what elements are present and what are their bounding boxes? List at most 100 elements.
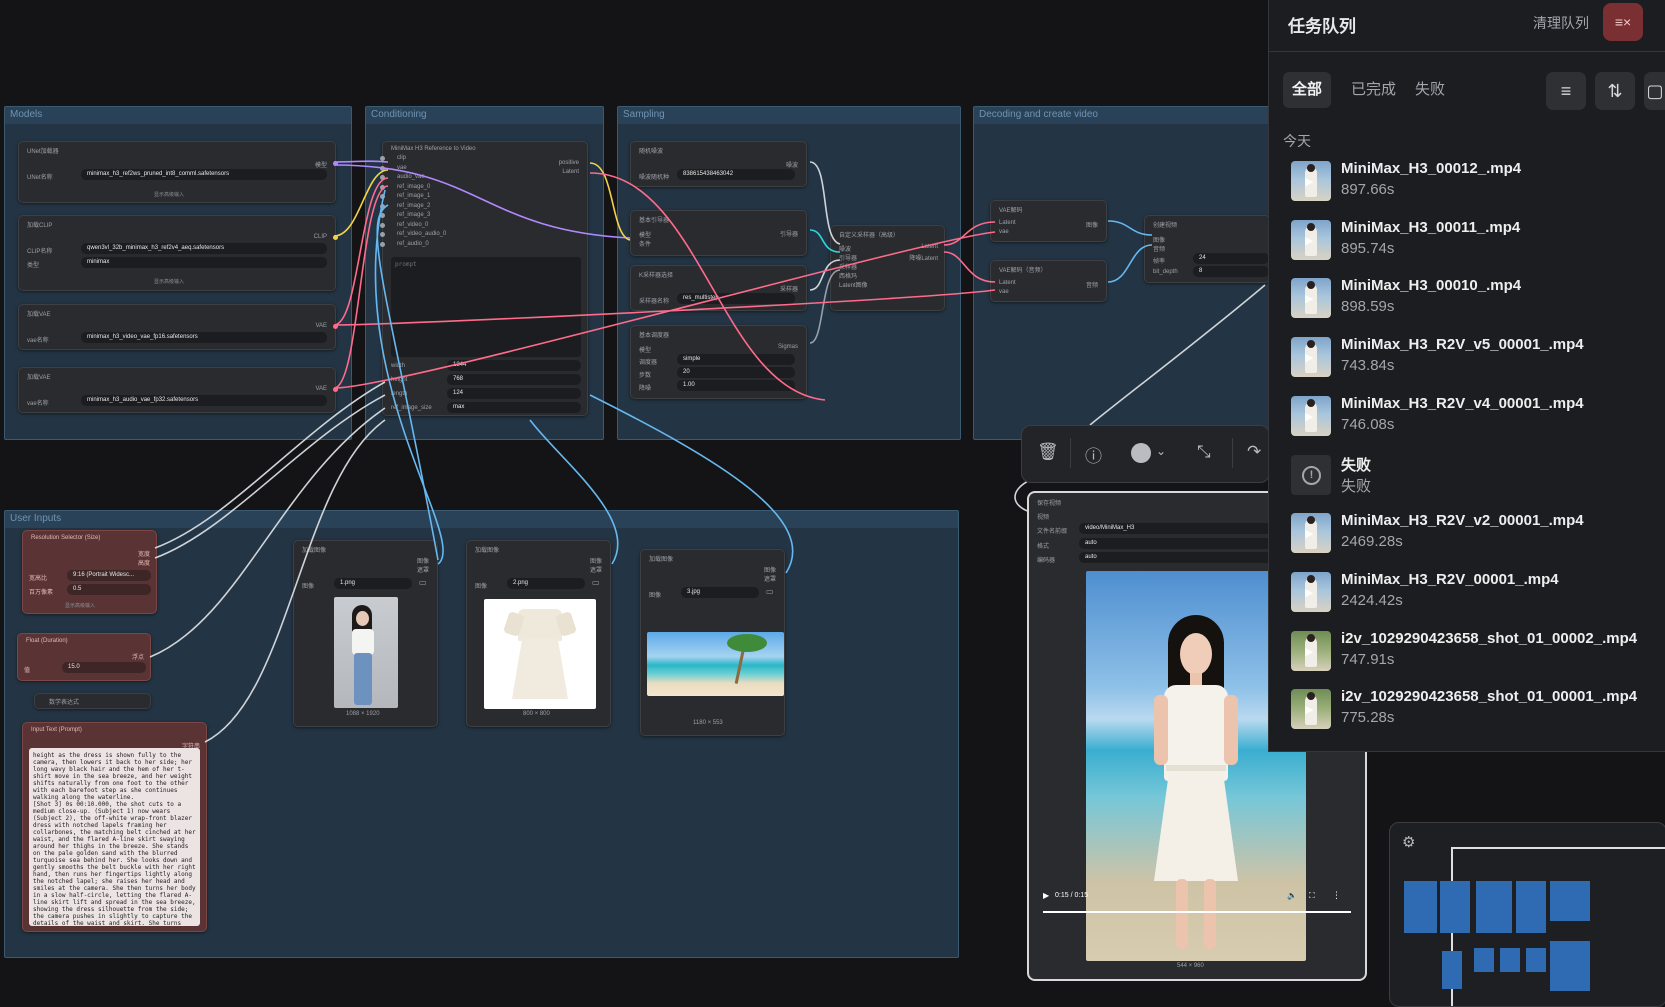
length-input[interactable]: 124 [447,388,581,399]
sort-icon[interactable]: ⇅ [1595,72,1635,110]
basic-guider-node[interactable]: 基本引导器 引导器 模型 条件 [630,210,807,256]
output-dot[interactable] [333,235,338,240]
unet-loader-node[interactable]: UNet加载器 模型 UNet名称 minimax_h3_ref2ws_prun… [18,141,338,203]
tab-failed[interactable]: 失败 [1406,72,1454,108]
duration-input[interactable]: 15.0 [62,662,146,673]
fps-input[interactable]: 24 [1193,253,1269,264]
clip-loader-node[interactable]: 加载CLIP CLIP CLIP名称 qwen3vl_32b_minimax_h… [18,215,338,291]
chevron-down-icon[interactable]: ⌄ [1156,444,1166,458]
steps-input[interactable]: 20 [677,367,795,378]
node-title: VAE解码（音频） [999,268,1047,274]
input-dot[interactable] [380,175,385,180]
output-dot[interactable] [333,161,338,166]
image-file-select[interactable]: 1.png [334,578,412,589]
minimap[interactable]: ⚙ [1389,822,1665,1007]
vae-name-select[interactable]: minimax_h3_audio_vae_fp32.safetensors [81,395,327,406]
video-progress-bar[interactable] [1043,911,1351,913]
field-label: 宽高比 [29,576,48,582]
ref-image-size-select[interactable]: max [447,402,581,413]
sampler-name-select[interactable]: res_multistep [677,293,795,304]
clip-name-select[interactable]: qwen3vl_32b_minimax_h3_ref2v4_aeq.safete… [81,243,327,254]
settings-sliders-icon[interactable]: ⚙ [1402,833,1415,851]
input-dot[interactable] [380,194,385,199]
folder-icon[interactable]: ▭ [766,587,774,596]
video-vae-loader-node[interactable]: 加载VAE VAE vae名称 minimax_h3_video_vae_fp1… [18,304,338,350]
basic-scheduler-node[interactable]: 基本调度器 模型 Sigmas 调度器 simple 步数 20 降噪 1.00 [630,325,807,399]
collapse-icon[interactable]: ⤡ [1197,442,1211,462]
folder-icon[interactable]: ▭ [592,578,600,587]
vae-decode-node[interactable]: VAE解码 Latent vae 图像 [990,200,1107,242]
create-video-node[interactable]: 创建视频 图像 音频 帧率 24 bit_depth 8 [1144,215,1270,283]
show-advanced-link[interactable]: 显示高级输入 [154,191,184,198]
vae-decode-audio-node[interactable]: VAE解码（音频） Latent vae 音频 [990,260,1107,302]
show-advanced-link[interactable]: 显示高级输入 [154,278,184,285]
load-image-node-1[interactable]: 加载图像 图像 遮罩 图像 1.png ▭ 1088 × 1920 [293,540,438,727]
bypass-icon[interactable]: ↷ [1247,442,1261,462]
bit-depth-input[interactable]: 8 [1193,266,1269,277]
input-dot[interactable] [380,222,385,228]
info-icon[interactable]: ⓘ [1085,442,1102,467]
prompt-text-area[interactable]: height as the dress is shown fully to th… [29,748,200,926]
megapixels-input[interactable]: 0.5 [67,584,151,595]
custom-sampler-node[interactable]: 自定义采样器（高级） 噪波 引导器 采样器 西格玛 Latent图像 Latent 降噪… [830,225,945,311]
queue-item[interactable]: ▶ i2v_1029290423658_shot_01_00002_.mp4 747… [1291,623,1651,675]
unet-name-select[interactable]: minimax_h3_ref2ws_pruned_int8_comml.safe… [81,169,327,180]
image-file-select[interactable]: 2.png [507,578,585,589]
play-icon[interactable]: ▶ [1043,891,1049,900]
height-input[interactable]: 768 [447,374,581,385]
resolution-selector-node[interactable]: Resolution Selector (Size) 宽度 高度 宽高比 9:1… [22,530,157,614]
minimax-reference-node[interactable]: MiniMax H3 Reference to Video clip vae aud… [380,141,588,416]
load-image-node-2[interactable]: 加载图像 图像 遮罩 图像 2.png ▭ 800 × 800 [466,540,611,727]
input-dot[interactable] [380,156,385,161]
show-advanced-link[interactable]: 显示高级输入 [65,602,95,609]
random-noise-node[interactable]: 随机噪波 噪波 噪波随机种 838615438463042 [630,141,807,187]
output-label: 图像 [589,559,602,565]
clear-queue-link[interactable]: 清理队列 [1533,13,1589,33]
filter-icon[interactable]: ≡ [1546,72,1586,110]
denoise-input[interactable]: 1.00 [677,380,795,391]
ksampler-select-node[interactable]: K采样器选择 采样器 采样器名称 res_multistep [630,265,807,311]
volume-icon[interactable]: 🔈 [1287,891,1297,900]
queue-item[interactable]: ! 失败 失败 [1291,447,1651,499]
output-dot[interactable] [333,387,338,392]
audio-vae-loader-node[interactable]: 加载VAE VAE vae名称 minimax_h3_audio_vae_fp3… [18,367,338,413]
queue-item[interactable]: ▶ MiniMax_H3_00011_.mp4 895.74s [1291,212,1651,264]
input-dot[interactable] [380,232,385,237]
queue-item[interactable]: ▶ MiniMax_H3_00012_.mp4 897.66s [1291,153,1651,205]
tab-all[interactable]: 全部 [1283,72,1332,108]
more-options-icon[interactable]: ⋮ [1332,890,1341,901]
input-dot[interactable] [380,203,385,209]
width-input[interactable]: 1344 [447,360,581,371]
input-text-prompt-node[interactable]: Input Text (Prompt) 字符串 height as the dr… [22,722,207,932]
input-dot[interactable] [380,165,385,171]
image-size-label: 800 × 800 [523,711,550,717]
clear-queue-icon[interactable]: ≡× [1603,3,1643,41]
output-dot[interactable] [333,324,338,329]
noise-seed-input[interactable]: 838615438463042 [677,169,795,180]
input-dot[interactable] [380,241,385,247]
load-image-node-3[interactable]: 加载图像 图像 遮罩 图像 3.jpg ▭ 1180 × 553 [640,549,785,736]
queue-item[interactable]: ▶ MiniMax_H3_R2V_v4_00001_.mp4 746.08s [1291,388,1651,440]
math-expression-node[interactable]: 数学表达式 [34,693,151,709]
trash-icon[interactable]: 🗑 [1037,442,1059,462]
float-duration-node[interactable]: Float (Duration) 浮点 值 15.0 [17,633,151,681]
queue-item[interactable]: ▶ MiniMax_H3_R2V_v2_00001_.mp4 2469.28s [1291,505,1651,557]
queue-item[interactable]: ▶ i2v_1029290423658_shot_01_00001_.mp4 775… [1291,681,1651,733]
output-label: 降噪Latent [909,256,938,262]
tab-completed[interactable]: 已完成 [1342,72,1405,108]
scheduler-select[interactable]: simple [677,354,795,365]
fullscreen-icon[interactable]: ⛶ [1309,891,1315,901]
aspect-ratio-select[interactable]: 9:16 (Portrait Widesc... [67,570,151,581]
view-mode-icon[interactable]: ▢ [1644,72,1665,110]
clip-type-select[interactable]: minimax [81,257,327,268]
queue-item[interactable]: ▶ MiniMax_H3_R2V_v5_00001_.mp4 743.84s [1291,329,1651,381]
input-dot[interactable] [380,184,385,190]
input-dot[interactable] [380,213,385,218]
queue-item[interactable]: ▶ MiniMax_H3_00010_.mp4 898.59s [1291,270,1651,322]
color-circle-icon[interactable] [1131,443,1151,463]
queue-item[interactable]: ▶ MiniMax_H3_R2V_00001_.mp4 2424.42s [1291,564,1651,616]
folder-icon[interactable]: ▭ [419,578,427,587]
prompt-textarea[interactable]: prompt [391,257,581,357]
image-file-select[interactable]: 3.jpg [681,587,759,598]
vae-name-select[interactable]: minimax_h3_video_vae_fp16.safetensors [81,332,327,343]
